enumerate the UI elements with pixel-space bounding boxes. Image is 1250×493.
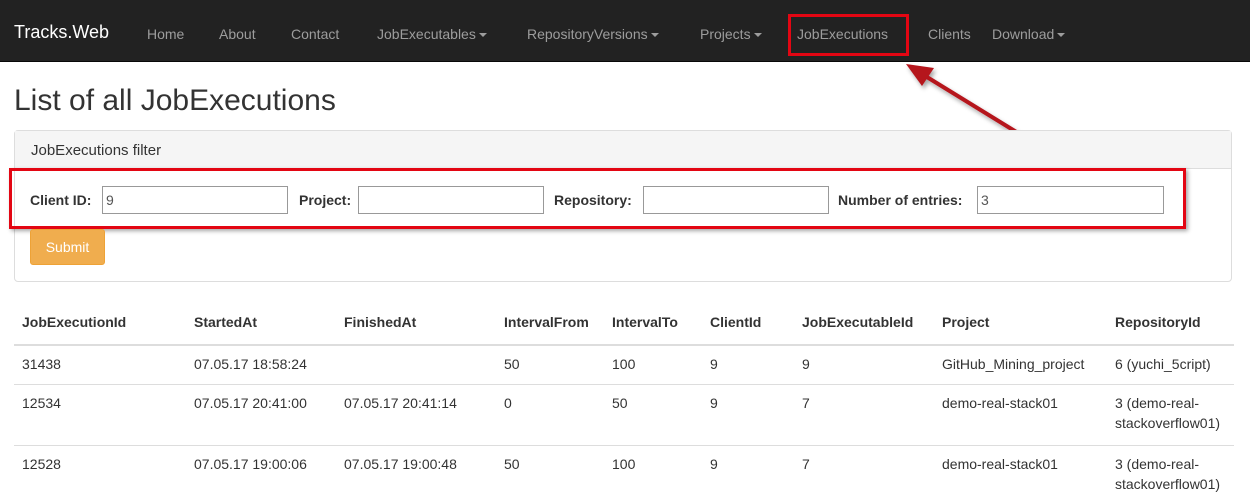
table-cell: 12534 bbox=[14, 383, 186, 445]
column-header[interactable]: IntervalFrom bbox=[496, 300, 604, 346]
column-header[interactable]: JobExecutableId bbox=[794, 300, 934, 346]
table-row[interactable]: 31438 07.05.17 18:58:24 50 100 9 9 GitHu… bbox=[14, 344, 1234, 384]
jobexecutions-table: JobExecutionId StartedAt FinishedAt Inte… bbox=[14, 300, 1234, 493]
nav-projects-dropdown[interactable]: Projects bbox=[700, 26, 762, 42]
nav-repositoryversions-label: RepositoryVersions bbox=[527, 26, 648, 42]
table-row[interactable]: 12534 07.05.17 20:41:00 07.05.17 20:41:1… bbox=[14, 383, 1234, 445]
column-header[interactable]: StartedAt bbox=[186, 300, 336, 346]
table-cell: 07.05.17 20:41:14 bbox=[336, 383, 496, 445]
nav-jobexecutables-dropdown[interactable]: JobExecutables bbox=[377, 26, 487, 42]
navbar: Tracks.Web Home About Contact JobExecuta… bbox=[0, 0, 1250, 62]
number-of-entries-label: Number of entries: bbox=[838, 192, 963, 208]
table-cell: 50 bbox=[496, 344, 604, 384]
highlight-box-nav bbox=[788, 14, 909, 56]
page-title: List of all JobExecutions bbox=[14, 84, 336, 117]
column-header[interactable]: ClientId bbox=[702, 300, 794, 346]
submit-button[interactable]: Submit bbox=[30, 229, 105, 265]
project-label: Project: bbox=[299, 192, 352, 208]
filter-panel-heading: JobExecutions filter bbox=[15, 131, 1231, 169]
repository-input[interactable] bbox=[643, 186, 829, 214]
nav-download-label: Download bbox=[992, 26, 1055, 42]
table-cell: 3 (demo-real-stackoverflow01) bbox=[1107, 444, 1234, 493]
table-cell: 100 bbox=[604, 344, 702, 384]
caret-down-icon bbox=[753, 33, 762, 37]
nav-about[interactable]: About bbox=[219, 26, 256, 42]
nav-projects-label: Projects bbox=[700, 26, 751, 42]
table-cell: 07.05.17 20:41:00 bbox=[186, 383, 336, 445]
column-header[interactable]: Project bbox=[934, 300, 1107, 346]
column-header[interactable]: RepositoryId bbox=[1107, 300, 1234, 346]
nav-repositoryversions-dropdown[interactable]: RepositoryVersions bbox=[527, 26, 659, 42]
repository-label: Repository: bbox=[554, 192, 632, 208]
number-of-entries-input[interactable] bbox=[977, 186, 1164, 214]
nav-download-dropdown[interactable]: Download bbox=[992, 26, 1066, 42]
client-id-label: Client ID: bbox=[30, 192, 92, 208]
nav-clients[interactable]: Clients bbox=[928, 26, 971, 42]
nav-contact[interactable]: Contact bbox=[291, 26, 339, 42]
table-cell: 07.05.17 19:00:48 bbox=[336, 444, 496, 493]
brand-link[interactable]: Tracks.Web bbox=[14, 22, 109, 43]
table-cell: 100 bbox=[604, 444, 702, 493]
column-header[interactable]: FinishedAt bbox=[336, 300, 496, 346]
nav-jobexecutables-label: JobExecutables bbox=[377, 26, 476, 42]
caret-down-icon bbox=[1057, 33, 1066, 37]
table-cell: 07.05.17 18:58:24 bbox=[186, 344, 336, 384]
table-cell: demo-real-stack01 bbox=[934, 444, 1107, 493]
table-header-row: JobExecutionId StartedAt FinishedAt Inte… bbox=[14, 300, 1234, 346]
table-cell: 50 bbox=[604, 383, 702, 445]
table-row[interactable]: 12528 07.05.17 19:00:06 07.05.17 19:00:4… bbox=[14, 444, 1234, 493]
table-cell: 07.05.17 19:00:06 bbox=[186, 444, 336, 493]
client-id-input[interactable] bbox=[102, 186, 288, 214]
table-cell: 3 (demo-real-stackoverflow01) bbox=[1107, 383, 1234, 445]
table-cell: 9 bbox=[702, 444, 794, 493]
table-cell: 7 bbox=[794, 444, 934, 493]
table-cell: 6 (yuchi_5cript) bbox=[1107, 344, 1234, 384]
table-cell: 9 bbox=[702, 344, 794, 384]
project-input[interactable] bbox=[358, 186, 544, 214]
nav-home[interactable]: Home bbox=[147, 26, 184, 42]
table-cell bbox=[336, 344, 496, 384]
table-cell: 9 bbox=[702, 383, 794, 445]
caret-down-icon bbox=[650, 33, 659, 37]
table-cell: 9 bbox=[794, 344, 934, 384]
annotation-arrow-icon bbox=[906, 64, 1020, 135]
caret-down-icon bbox=[478, 33, 487, 37]
table-cell: 12528 bbox=[14, 444, 186, 493]
table-cell: 50 bbox=[496, 444, 604, 493]
table-cell: GitHub_Mining_project bbox=[934, 344, 1107, 384]
table-cell: 0 bbox=[496, 383, 604, 445]
column-header[interactable]: JobExecutionId bbox=[14, 300, 186, 346]
column-header[interactable]: IntervalTo bbox=[604, 300, 702, 346]
table-cell: demo-real-stack01 bbox=[934, 383, 1107, 445]
table-cell: 7 bbox=[794, 383, 934, 445]
table-cell: 31438 bbox=[14, 344, 186, 384]
